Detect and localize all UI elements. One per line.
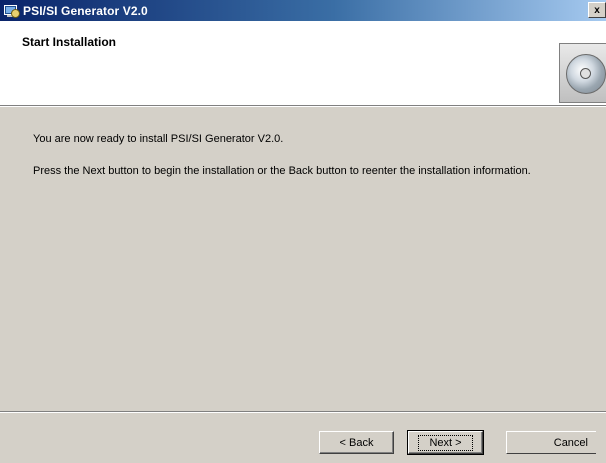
app-icon xyxy=(3,3,20,19)
next-button[interactable]: Next > xyxy=(407,430,484,455)
cancel-button[interactable]: Cancel xyxy=(506,431,596,454)
cd-icon xyxy=(559,43,606,103)
wizard-header: Start Installation xyxy=(0,21,606,105)
page-title: Start Installation xyxy=(22,35,117,49)
next-button-label: Next > xyxy=(418,434,473,451)
title-bar[interactable]: PSI/SI Generator V2.0 x xyxy=(0,0,606,21)
instruction-message: Press the Next button to begin the insta… xyxy=(33,165,531,177)
ready-message: You are now ready to install PSI/SI Gene… xyxy=(33,133,284,145)
header-divider xyxy=(0,105,606,107)
back-button[interactable]: < Back xyxy=(319,431,394,454)
footer-divider xyxy=(0,411,606,413)
close-button[interactable]: x xyxy=(588,2,606,18)
window-title: PSI/SI Generator V2.0 xyxy=(23,3,148,18)
installer-window: PSI/SI Generator V2.0 x Start Installati… xyxy=(0,0,606,463)
